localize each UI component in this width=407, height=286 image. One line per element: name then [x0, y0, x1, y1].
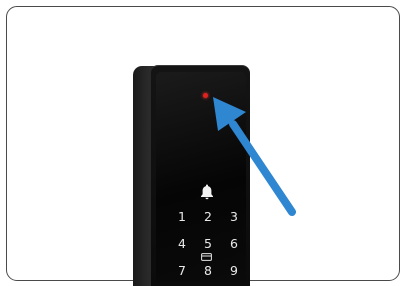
pointer-arrow: [213, 97, 296, 216]
